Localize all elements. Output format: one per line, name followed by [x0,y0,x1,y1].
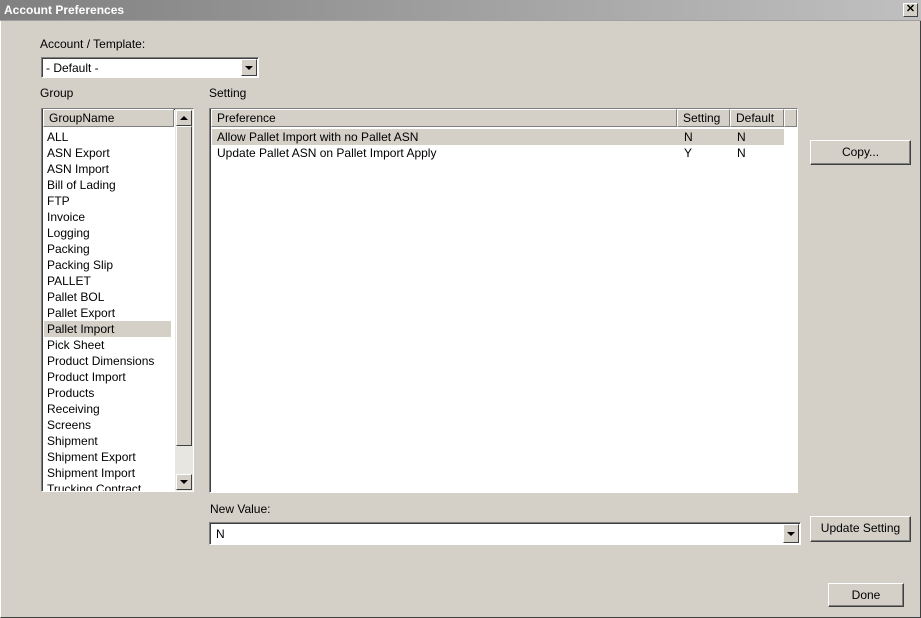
group-item[interactable]: Pallet Export [44,305,171,321]
group-item[interactable]: Invoice [44,209,171,225]
group-item[interactable]: ASN Export [44,145,171,161]
group-item[interactable]: Packing Slip [44,257,171,273]
group-item[interactable]: Pallet BOL [44,289,171,305]
cell-default: N [737,146,746,160]
group-item[interactable]: ALL [44,129,171,145]
cell-default: N [737,130,746,144]
new-value-combo[interactable]: N [209,522,801,545]
group-item[interactable]: ASN Import [44,161,171,177]
cell-preference: Allow Pallet Import with no Pallet ASN [217,130,419,144]
column-header-setting[interactable]: Setting [677,109,730,127]
account-template-label: Account / Template: [40,37,146,51]
new-value-dropdown-button[interactable] [783,524,799,543]
chevron-down-icon [787,531,795,536]
cell-preference: Update Pallet ASN on Pallet Import Apply [217,146,437,160]
group-label: Group [40,86,74,100]
scroll-up-icon [180,116,188,120]
scroll-down-button[interactable] [176,474,192,490]
copy-button[interactable]: Copy... [810,140,911,165]
title-bar: Account Preferences ✕ [0,0,921,21]
group-item[interactable]: Trucking Contract [44,481,171,491]
group-item[interactable]: Product Import [44,369,171,385]
group-item[interactable]: Screens [44,417,171,433]
new-value-label: New Value: [210,502,271,516]
combo-dropdown-button[interactable] [241,59,257,76]
group-list[interactable]: GroupName ALL ASN Export ASN Import Bill of… [41,108,194,492]
update-setting-button[interactable]: Update Setting [810,516,911,542]
close-icon[interactable]: ✕ [903,3,918,17]
group-item[interactable]: Logging [44,225,171,241]
group-item[interactable]: Pick Sheet [44,337,171,353]
chevron-down-icon [245,65,253,70]
group-item[interactable]: Bill of Lading [44,177,171,193]
column-header-groupname[interactable]: GroupName [43,109,174,127]
table-row[interactable]: Allow Pallet Import with no Pallet ASN N N [212,129,784,145]
group-item[interactable]: Products [44,385,171,401]
scroll-down-icon [180,480,188,484]
column-header-filler [784,109,797,127]
column-header-default[interactable]: Default [730,109,784,127]
group-item[interactable]: Shipment [44,433,171,449]
column-header-preference[interactable]: Preference [211,109,677,127]
group-item[interactable]: Product Dimensions [44,353,171,369]
table-row[interactable]: Update Pallet ASN on Pallet Import Apply… [212,145,784,161]
done-button[interactable]: Done [828,583,904,607]
new-value-value: N [216,527,225,541]
cell-setting: N [684,130,693,144]
cell-setting: Y [684,146,693,160]
settings-table[interactable]: Preference Setting Default Allow Pallet … [209,108,798,493]
scroll-thumb[interactable] [176,126,192,446]
scroll-up-button[interactable] [176,110,192,126]
group-item[interactable]: Pallet Import [44,321,171,337]
account-template-combo[interactable]: - Default - [41,57,259,78]
group-scrollbar[interactable] [175,109,193,491]
group-item[interactable]: Shipment Export [44,449,171,465]
account-template-value: - Default - [46,61,99,75]
group-item[interactable]: Shipment Import [44,465,171,481]
setting-label: Setting [209,86,247,100]
dialog-body: Account / Template: - Default - Group Se… [0,21,921,618]
group-item[interactable]: FTP [44,193,171,209]
group-item[interactable]: PALLET [44,273,171,289]
window-title: Account Preferences [4,3,125,17]
group-item[interactable]: Packing [44,241,171,257]
group-item[interactable]: Receiving [44,401,171,417]
